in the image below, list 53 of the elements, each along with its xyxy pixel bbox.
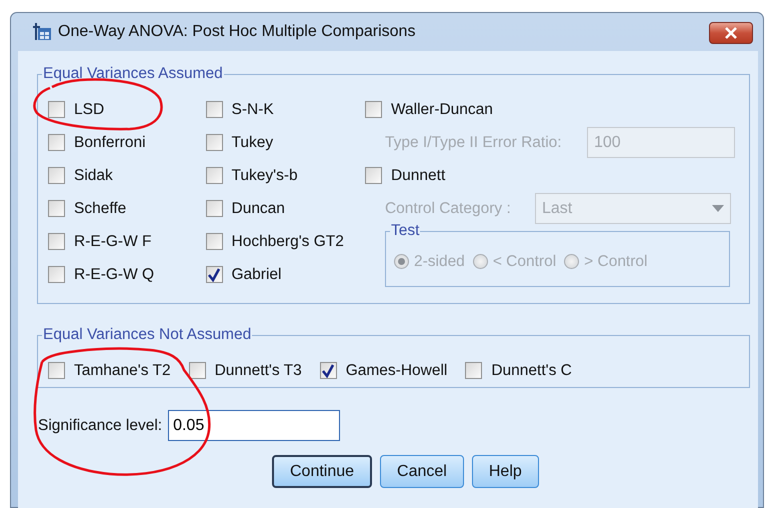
checkbox[interactable] (188, 362, 206, 379)
checkbox-label: Tamhane's T2 (74, 360, 171, 381)
checkbox-label: Scheffe (74, 198, 126, 219)
checkbox[interactable] (206, 101, 222, 118)
checkbox-label: Hochberg's GT2 (232, 232, 344, 252)
checkbox-label: Duncan (232, 198, 285, 219)
dialog-button[interactable]: Cancel (380, 455, 464, 488)
checkbox[interactable] (364, 101, 382, 118)
checkbox-label: LSD (74, 100, 104, 120)
group-title: Equal Variances Assumed (42, 64, 224, 84)
checkbox[interactable] (206, 200, 222, 217)
checkbox[interactable] (48, 134, 65, 151)
checkbox-label: Bonferroni (74, 132, 146, 153)
dialog-button[interactable]: Continue (272, 455, 372, 488)
checkbox[interactable] (48, 266, 65, 283)
close-icon (724, 27, 738, 39)
checkbox[interactable] (48, 233, 65, 250)
group-title: Equal Variances Not Assumed (42, 325, 252, 345)
checkbox[interactable] (48, 167, 65, 184)
checkbox[interactable] (465, 362, 482, 379)
checkbox[interactable] (206, 233, 222, 250)
checkbox-label: Dunnett (390, 166, 446, 186)
window-title: One-Way ANOVA: Post Hoc Multiple Comparisons (58, 22, 416, 42)
significance-field[interactable]: 0.05 (168, 410, 340, 441)
checkbox[interactable] (48, 200, 65, 217)
checkbox[interactable] (364, 167, 382, 184)
radio-label: > Control (584, 252, 648, 272)
radio-label: 2-sided (414, 252, 465, 272)
checkbox-label: R-E-G-W F (74, 232, 152, 252)
checkbox[interactable] (48, 101, 65, 118)
checkbox[interactable] (206, 134, 222, 151)
field-label: Significance level: (38, 416, 162, 436)
checkbox-label: Dunnett's T3 (214, 360, 302, 381)
checkbox[interactable] (206, 266, 222, 283)
checkbox-label: Dunnett's C (491, 360, 572, 381)
checkbox-label: Games-Howell (346, 360, 448, 381)
checkbox-label: S-N-K (232, 100, 274, 120)
close-button[interactable] (709, 22, 753, 44)
field-label: Control Category : (384, 198, 512, 219)
table-icon (32, 22, 52, 42)
checkbox-label: R-E-G-W Q (74, 264, 154, 285)
radio-label: < Control (492, 252, 556, 272)
checkbox[interactable] (48, 362, 65, 379)
checkbox[interactable] (320, 362, 337, 379)
checkbox-label: Sidak (74, 166, 113, 186)
dialog-button[interactable]: Help (472, 455, 539, 488)
field-label: Type I/Type II Error Ratio: (384, 132, 563, 153)
checkbox-label: Tukey (232, 132, 274, 153)
caret-icon (712, 205, 724, 212)
checkbox-label: Waller-Duncan (390, 100, 493, 120)
checkbox-label: Gabriel (232, 264, 282, 285)
checkbox-label: Tukey's-b (232, 166, 298, 186)
checkbox[interactable] (206, 167, 222, 184)
